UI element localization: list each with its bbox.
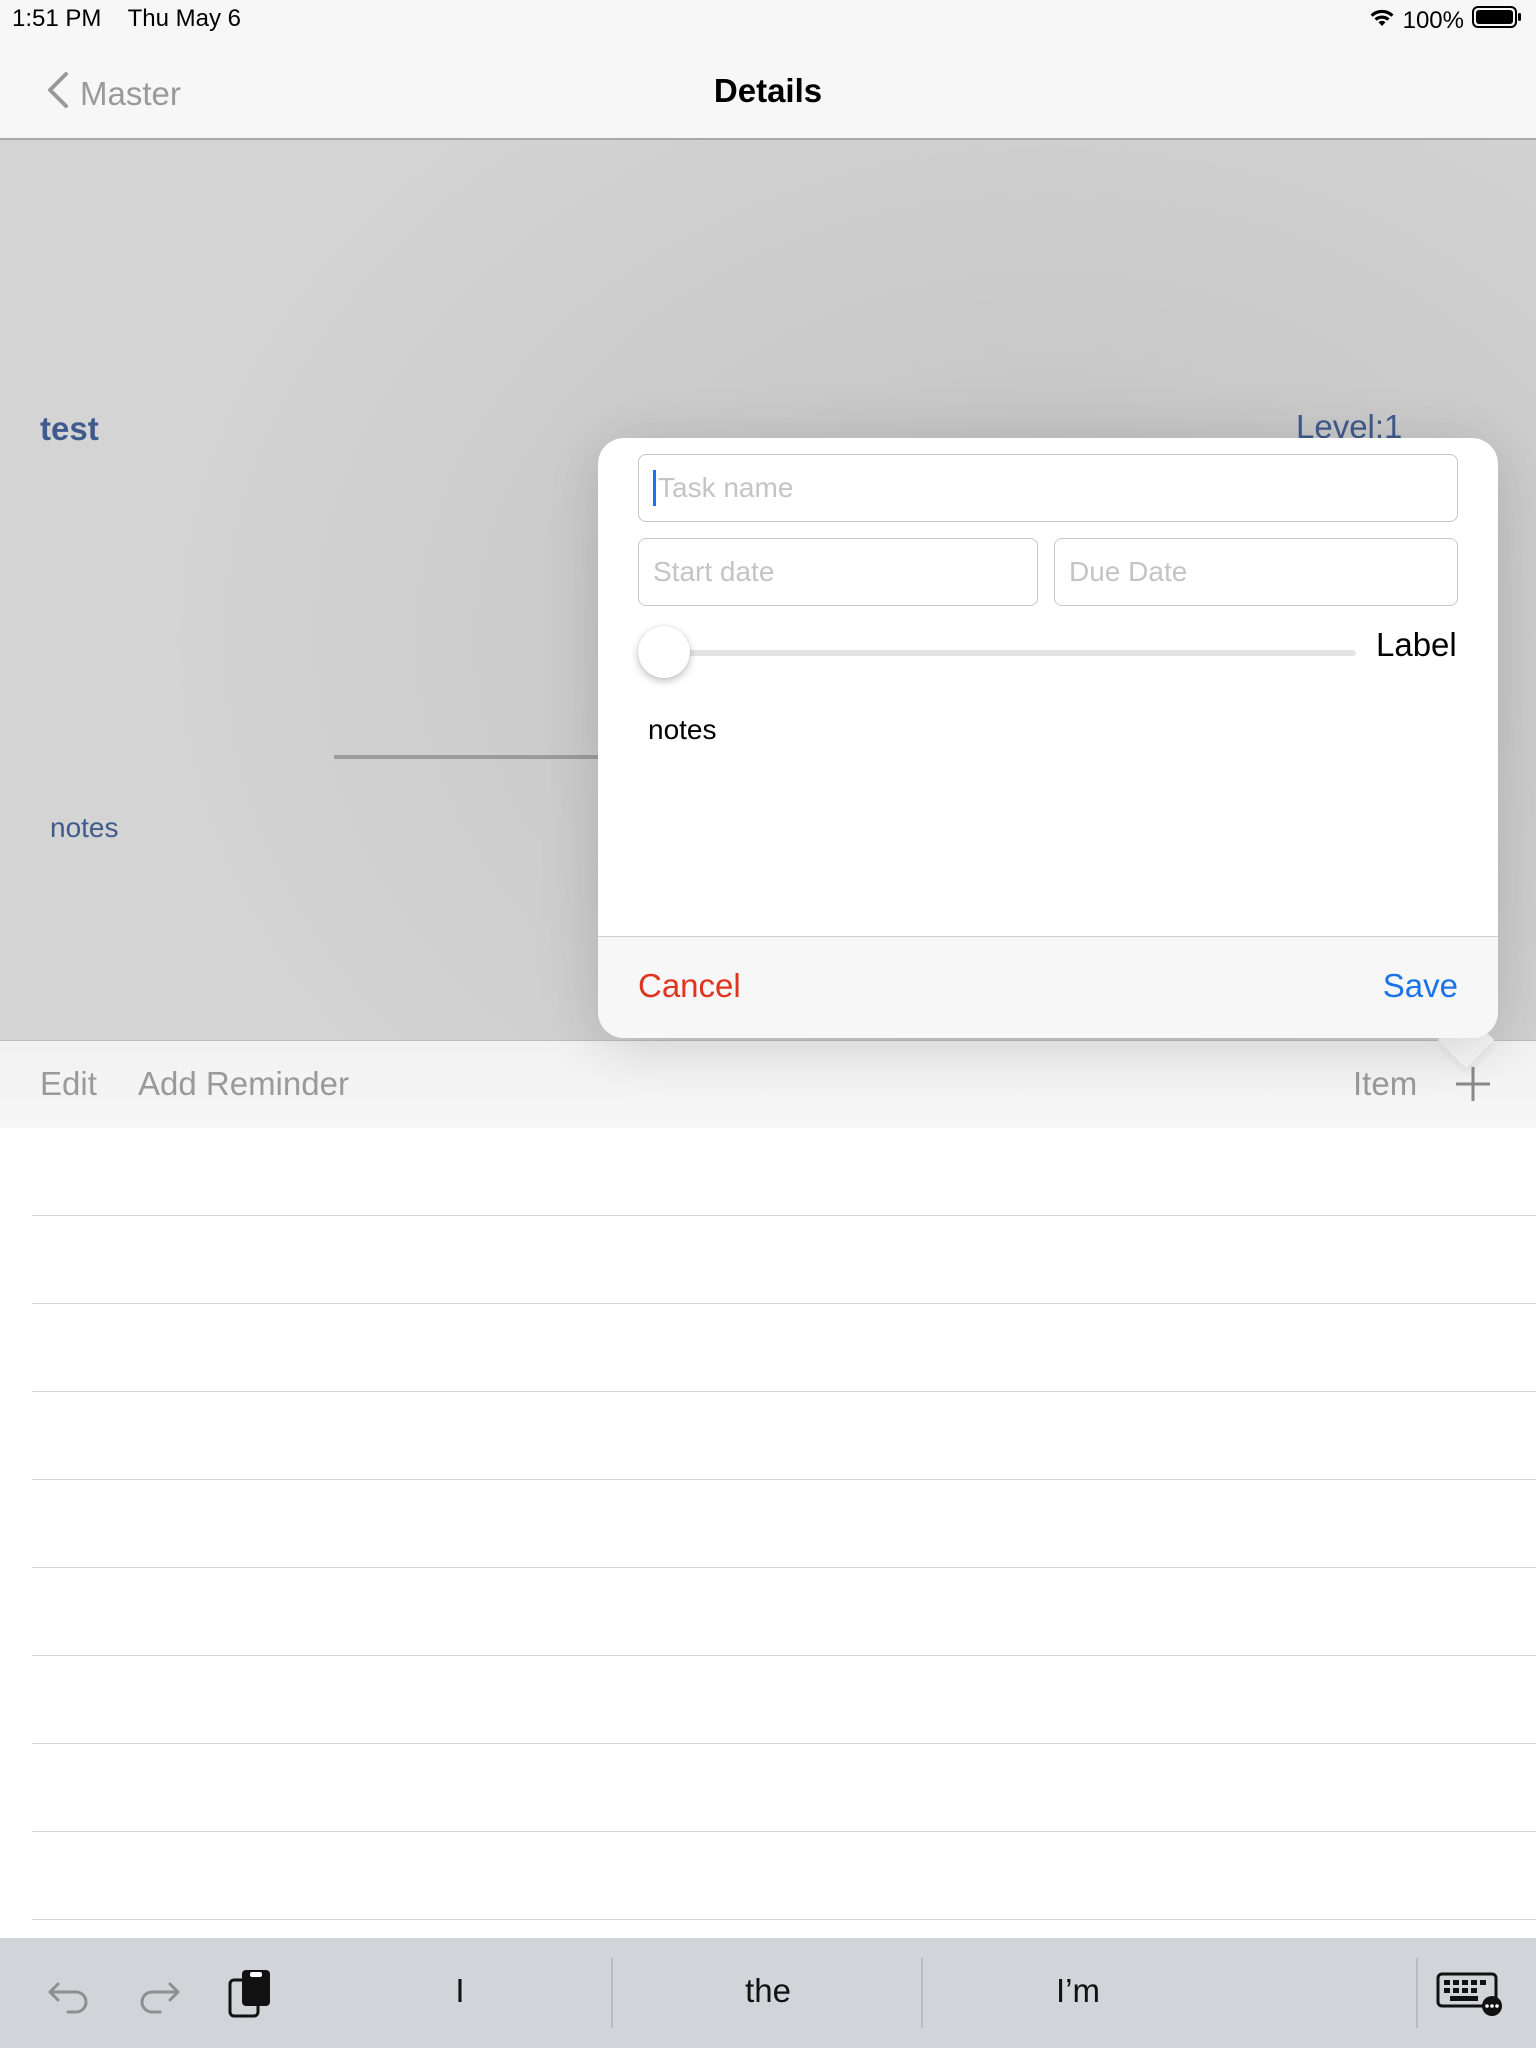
status-time: 1:51 PM (12, 5, 102, 32)
item-list (0, 1128, 1536, 1938)
popover-footer: Cancel Save (598, 936, 1498, 1038)
new-item-popover: Task name Start date Due Date Label note… (598, 438, 1498, 1038)
table-row[interactable] (32, 1743, 1536, 1744)
table-row[interactable] (32, 1391, 1536, 1392)
label-slider-track[interactable] (638, 650, 1356, 656)
edit-button[interactable]: Edit (40, 1065, 97, 1103)
navigation-bar: Details Master (0, 40, 1536, 140)
notes-field[interactable]: notes (648, 714, 717, 746)
chevron-left-icon (46, 70, 70, 118)
table-row[interactable] (32, 1831, 1536, 1832)
redo-icon[interactable] (138, 1974, 180, 2019)
cancel-button[interactable]: Cancel (638, 967, 741, 1005)
wifi-icon (1369, 7, 1395, 35)
status-time-date: 1:51 PM Thu May 6 (12, 5, 241, 33)
start-date-placeholder: Start date (653, 556, 775, 587)
table-row[interactable] (32, 1567, 1536, 1568)
item-button[interactable]: Item (1353, 1065, 1417, 1103)
table-row[interactable] (32, 1655, 1536, 1656)
suggestion-divider (1416, 1958, 1418, 2028)
add-reminder-button[interactable]: Add Reminder (138, 1065, 349, 1103)
table-row[interactable] (32, 1479, 1536, 1480)
progress-line (334, 755, 614, 759)
keyboard-suggestion-bar: I the I’m (0, 1938, 1536, 2048)
task-name-input[interactable]: Task name (638, 454, 1458, 522)
table-row[interactable] (32, 1303, 1536, 1304)
table-row[interactable] (32, 1215, 1536, 1216)
add-icon[interactable] (1454, 1065, 1492, 1108)
task-notes: notes (50, 812, 119, 843)
save-button[interactable]: Save (1383, 967, 1458, 1005)
battery-icon (1472, 5, 1522, 36)
start-date-field[interactable]: Start date (638, 538, 1038, 606)
slider-label: Label (1376, 626, 1457, 663)
back-button[interactable]: Master (46, 70, 181, 118)
paste-icon[interactable] (228, 1968, 272, 2023)
task-name-placeholder: Task name (658, 472, 794, 503)
task-title: test (40, 410, 99, 447)
suggestion-divider (921, 1958, 923, 2028)
table-row[interactable] (32, 1919, 1536, 1920)
text-cursor (653, 470, 656, 506)
status-date: Thu May 6 (127, 5, 242, 32)
status-bar: 1:51 PM Thu May 6 100% (0, 0, 1536, 40)
suggestion-1[interactable]: I (400, 1972, 520, 2010)
due-date-field[interactable]: Due Date (1054, 538, 1458, 606)
undo-icon[interactable] (48, 1974, 90, 2019)
keyboard-dismiss-icon[interactable] (1436, 1972, 1504, 2021)
suggestion-3[interactable]: I’m (1018, 1972, 1138, 2010)
due-date-placeholder: Due Date (1069, 556, 1188, 587)
status-indicators: 100% (1369, 5, 1522, 36)
toolbar: Edit Add Reminder Item (0, 1040, 1536, 1129)
battery-percent: 100% (1402, 6, 1464, 34)
suggestion-divider (611, 1958, 613, 2028)
label-slider-thumb[interactable] (638, 626, 690, 678)
suggestion-2[interactable]: the (708, 1972, 828, 2010)
back-button-label: Master (80, 75, 181, 112)
page-title: Details (713, 72, 823, 109)
